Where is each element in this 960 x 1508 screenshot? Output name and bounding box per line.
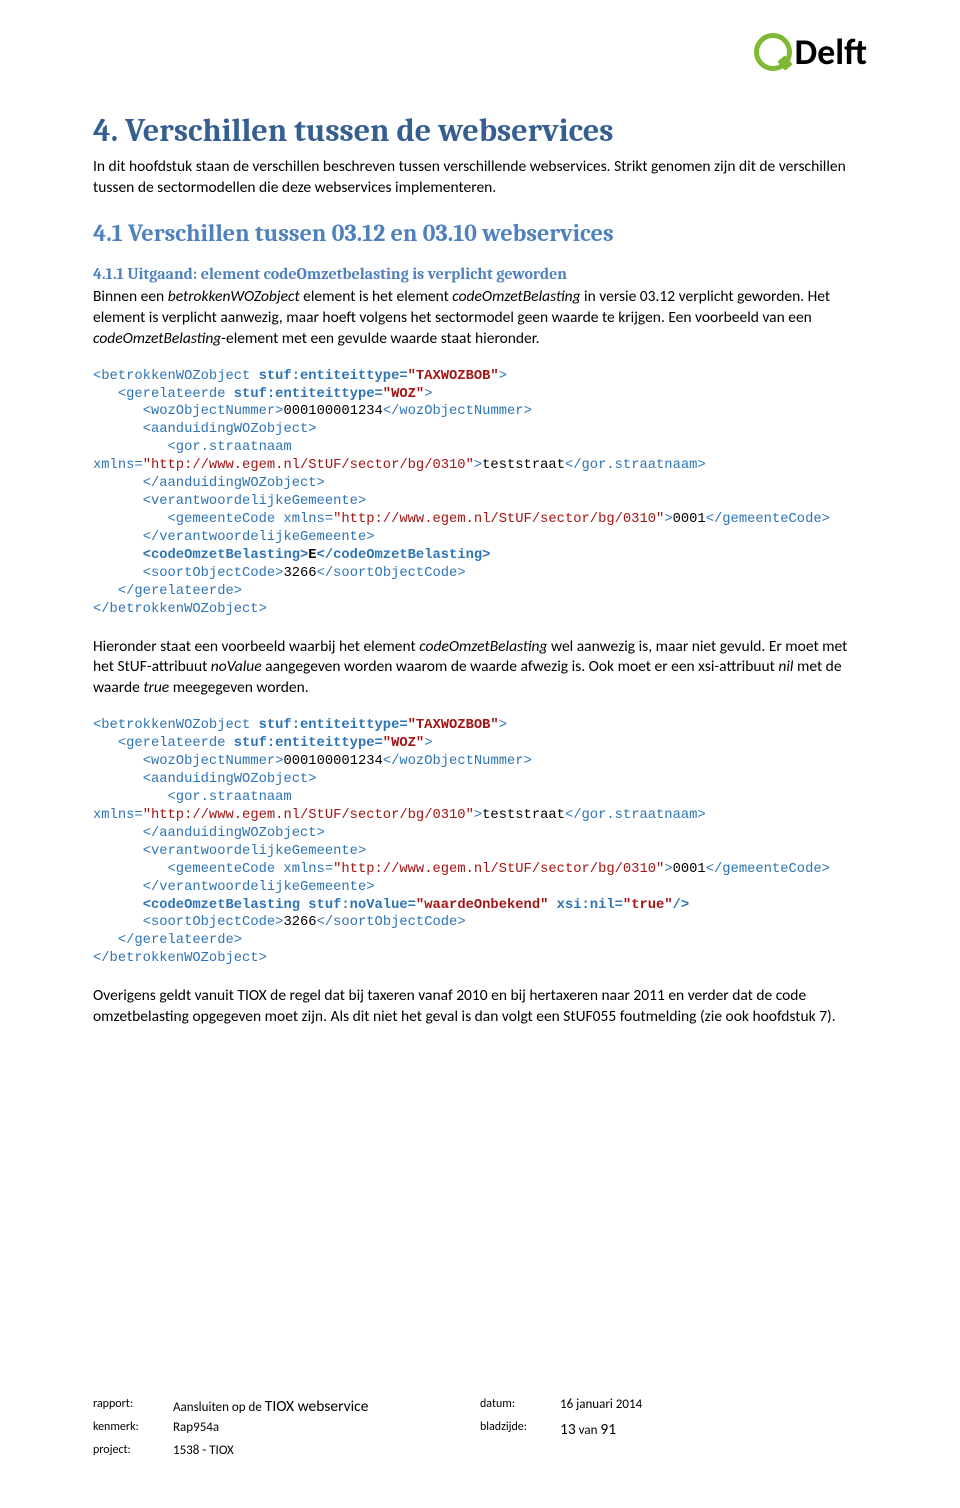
heading-1: 4. Verschillen tussen de webservices	[93, 112, 867, 149]
heading-2: 4.1 Verschillen tussen 03.12 en 03.10 we…	[93, 219, 867, 247]
page-footer: rapport: Aansluiten op de TIOX webservic…	[93, 1397, 867, 1458]
footer-rapport: Aansluiten op de TIOX webservice	[173, 1397, 480, 1416]
footer-project: 1538 - TIOX	[173, 1443, 480, 1458]
footer-datum-label: datum:	[480, 1397, 560, 1416]
footer-datum: 16 januari 2014	[560, 1397, 867, 1416]
logo-mark-icon	[754, 33, 792, 71]
intro-paragraph: In dit hoofdstuk staan de verschillen be…	[93, 157, 867, 199]
logo: Delft	[754, 30, 867, 74]
code-block-1: <betrokkenWOZobject stuf:entiteittype="T…	[93, 368, 867, 619]
footer-rapport-label: rapport:	[93, 1397, 173, 1416]
heading-3: 4.1.1 Uitgaand: element codeOmzetbelasti…	[93, 265, 867, 283]
footer-kenmerk-label: kenmerk:	[93, 1420, 173, 1439]
footer-bladzijde-label: bladzijde:	[480, 1420, 560, 1439]
paragraph-2: Hieronder staat een voorbeeld waarbij he…	[93, 637, 867, 700]
footer-project-label: project:	[93, 1443, 173, 1458]
logo-text: Delft	[794, 30, 867, 74]
footer-bladzijde: 13 van 91	[560, 1420, 867, 1439]
code-block-2: <betrokkenWOZobject stuf:entiteittype="T…	[93, 717, 867, 968]
paragraph-3: Overigens geldt vanuit TIOX de regel dat…	[93, 986, 867, 1028]
footer-kenmerk: Rap954a	[173, 1420, 480, 1439]
paragraph-1: Binnen een betrokkenWOZobject element is…	[93, 287, 867, 350]
